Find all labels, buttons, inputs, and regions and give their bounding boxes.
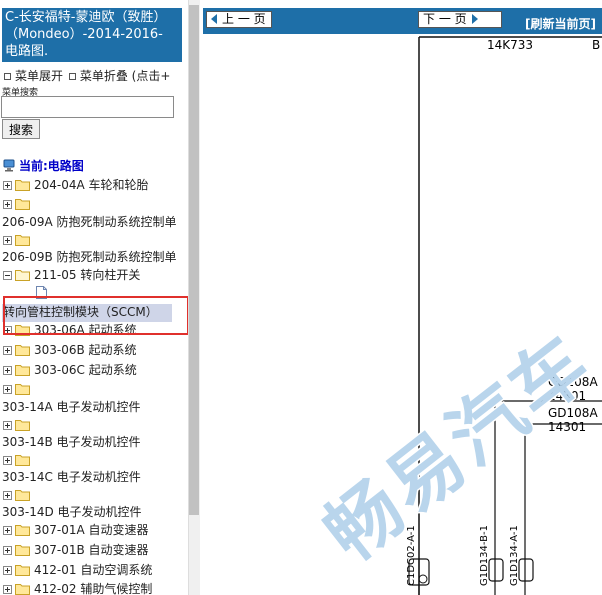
tree-node[interactable] [0, 196, 34, 213]
tree-node[interactable] [0, 487, 34, 504]
next-page-label: 下 一 页 [423, 12, 467, 26]
highlight-box [3, 296, 188, 335]
tree-node-label[interactable]: 303-14D 电子发动机控件 [2, 504, 142, 521]
folder-icon [15, 199, 30, 210]
folder-icon [15, 490, 30, 501]
tree-node-label[interactable]: 206-09A 防抱死制动系统控制单 [2, 214, 177, 231]
watermark-text: 畅易汽车 [309, 318, 602, 578]
tree-node-label[interactable]: 206-09B 防抱死制动系统控制单 [2, 249, 177, 266]
expand-icon[interactable] [3, 236, 12, 245]
tree-node[interactable]: 303-06C 起动系统 [0, 362, 137, 379]
collapse-icon[interactable] [3, 271, 12, 280]
tree-node[interactable] [0, 232, 34, 249]
folder-icon [15, 584, 30, 595]
expand-icon[interactable] [3, 585, 12, 594]
menu-expand-link[interactable]: 菜单展开 [15, 69, 63, 83]
arrow-right-icon [471, 14, 478, 24]
left-menu-content: C-长安福特-蒙迪欧（致胜）（Mondeo）-2014-2016- 电路图. 菜… [0, 0, 188, 595]
expand-icon[interactable] [3, 456, 12, 465]
page-toolbar: 上 一 页 下 一 页 [刷新当前页] [203, 8, 602, 34]
tree-node-label[interactable]: 303-06C 起动系统 [34, 363, 137, 377]
expand-icon[interactable] [3, 421, 12, 430]
tree-node[interactable]: 412-01 自动空调系统 [0, 562, 152, 579]
tree-node-label[interactable]: 303-14A 电子发动机控件 [2, 399, 141, 416]
next-page-button[interactable]: 下 一 页 [418, 11, 502, 28]
open-folder-icon [15, 270, 30, 281]
expand-icon[interactable] [3, 200, 12, 209]
folder-icon [15, 365, 30, 376]
tree-node[interactable] [0, 417, 34, 434]
collapse-square-icon [68, 72, 76, 80]
tree-node[interactable]: 412-02 辅助气候控制 [0, 581, 152, 595]
tree-node[interactable] [0, 381, 34, 398]
diagram-label: B [592, 38, 600, 52]
tree-node[interactable]: 307-01A 自动变速器 [0, 522, 149, 539]
tree-node-label[interactable]: 211-05 转向柱开关 [34, 268, 140, 282]
current-location-label: 当前:电路图 [19, 159, 84, 173]
folder-icon [15, 345, 30, 356]
folder-icon [15, 235, 30, 246]
model-title[interactable]: C-长安福特-蒙迪欧（致胜）（Mondeo）-2014-2016- 电路图. [2, 8, 182, 62]
expand-icon[interactable] [3, 491, 12, 500]
computer-icon [3, 159, 15, 172]
expand-square-icon [4, 72, 11, 80]
tree-node-label[interactable]: 204-04A 车轮和轮胎 [34, 178, 149, 192]
connector-symbol [488, 558, 504, 582]
watermark: 畅易汽车 [308, 317, 602, 580]
expand-icon[interactable] [3, 526, 12, 535]
search-button[interactable]: 搜索 [2, 119, 40, 139]
tree-node-label[interactable]: 303-06B 起动系统 [34, 343, 137, 357]
expand-icon[interactable] [3, 181, 12, 190]
tree-node-label[interactable]: 307-01B 自动变速器 [34, 543, 149, 557]
expand-icon[interactable] [3, 546, 12, 555]
folder-icon [15, 455, 30, 466]
folder-icon [15, 545, 30, 556]
folder-icon [15, 420, 30, 431]
folder-icon [15, 384, 30, 395]
tree-node[interactable]: 204-04A 车轮和轮胎 [0, 177, 149, 194]
menu-toggle-links: 菜单展开 菜单折叠 (点击+ [2, 67, 170, 84]
folder-icon [15, 565, 30, 576]
expand-icon[interactable] [3, 385, 12, 394]
tree-node[interactable]: 307-01B 自动变速器 [0, 542, 149, 559]
tree-node-label[interactable]: 303-14B 电子发动机控件 [2, 434, 141, 451]
prev-page-label: 上 一 页 [222, 12, 266, 26]
expand-icon[interactable] [3, 346, 12, 355]
tree-node-label[interactable]: 307-01A 自动变速器 [34, 523, 149, 537]
tree-node[interactable] [0, 452, 34, 469]
folder-icon [15, 525, 30, 536]
tree-node-label[interactable]: 412-01 自动空调系统 [34, 563, 152, 577]
tree-node-label[interactable]: 412-02 辅助气候控制 [34, 582, 152, 595]
menu-collapse-link[interactable]: 菜单折叠 (点击+ [80, 69, 171, 83]
expand-icon[interactable] [3, 566, 12, 575]
current-location: 当前:电路图 [3, 157, 84, 174]
connector-label: G1D134-A-1 [509, 525, 520, 586]
arrow-left-icon [211, 14, 217, 24]
refresh-page-link[interactable]: [刷新当前页] [525, 15, 596, 32]
tree-node-expanded[interactable]: 211-05 转向柱开关 [0, 267, 140, 284]
expand-icon[interactable] [3, 366, 12, 375]
search-input[interactable] [1, 96, 174, 118]
tree-node[interactable]: 303-06B 起动系统 [0, 342, 137, 359]
connector-symbol [518, 558, 534, 582]
tree-node-label[interactable]: 303-14C 电子发动机控件 [2, 469, 141, 486]
left-scrollbar-thumb[interactable] [189, 5, 199, 515]
folder-icon [15, 180, 30, 191]
connector-label: G1D134-B-1 [479, 525, 490, 586]
diagram-label: 14K733 [487, 38, 533, 52]
connector-pin [418, 574, 428, 584]
wiring-diagram: 14K733 B GD108A 14301 GD108A 14301 C1DC0… [308, 36, 602, 595]
prev-page-button[interactable]: 上 一 页 [206, 11, 272, 28]
left-menu-frame: C-长安福特-蒙迪欧（致胜）（Mondeo）-2014-2016- 电路图. 菜… [0, 0, 200, 595]
